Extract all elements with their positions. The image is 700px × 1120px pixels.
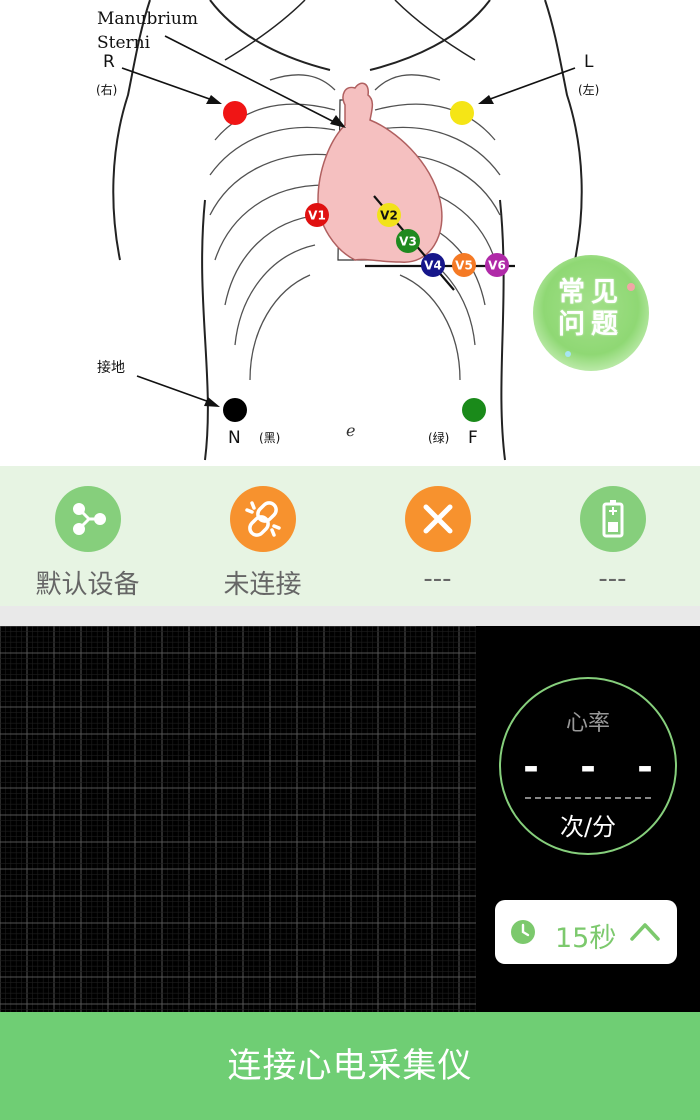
lead-v6-label: V6 xyxy=(488,259,506,273)
status-label: 未连接 xyxy=(223,570,302,600)
heart-rate-unit: 次/分 xyxy=(559,813,617,841)
ecg-grid xyxy=(0,626,476,1012)
electrode-n xyxy=(223,398,247,422)
right-label: R xyxy=(103,52,115,72)
connect-device-button[interactable]: 连接心电采集仪 xyxy=(0,1012,700,1120)
lead-v3-label: V3 xyxy=(399,235,417,249)
share-icon xyxy=(55,486,121,552)
device-status-bar: 默认设备 未连接 --- --- xyxy=(0,466,700,606)
left-label: L xyxy=(584,52,594,72)
lead-v5-label: V5 xyxy=(455,259,473,273)
status-signal[interactable]: --- xyxy=(350,466,525,606)
broken-link-icon xyxy=(230,486,296,552)
electrode-l xyxy=(450,101,474,125)
manubrium-label-1: Manubrium xyxy=(97,9,198,29)
ground-label: 接地 xyxy=(97,360,125,376)
heart-rate-display: 心率 - - - 次/分 xyxy=(499,677,677,855)
status-default-device[interactable]: 默认设备 xyxy=(0,466,175,606)
section-divider xyxy=(0,606,700,626)
clock-icon xyxy=(511,920,535,944)
duration-label: 15秒 xyxy=(555,923,617,954)
faq-label: 常见问题 xyxy=(558,277,624,340)
lead-v4-label: V4 xyxy=(424,259,442,273)
status-connection[interactable]: 未连接 xyxy=(175,466,350,606)
duration-selector[interactable]: 15秒 xyxy=(495,900,677,964)
electrode-f xyxy=(462,398,486,422)
heart-rate-value: - - - xyxy=(523,745,667,789)
status-label: --- xyxy=(598,564,627,594)
faq-button[interactable]: 常见问题 xyxy=(533,255,649,371)
close-icon xyxy=(405,486,471,552)
electrode-r xyxy=(223,101,247,125)
heart-rate-title: 心率 xyxy=(565,711,610,736)
status-label: 默认设备 xyxy=(35,570,140,600)
neutral-label: N xyxy=(228,428,241,448)
manubrium-label-2: Sterni xyxy=(97,33,151,53)
right-cn-label: (右) xyxy=(96,83,118,97)
faq-dot xyxy=(627,283,635,291)
lead-v2-label: V2 xyxy=(380,209,398,223)
lead-v1-label: V1 xyxy=(308,209,326,223)
faq-dot xyxy=(565,351,571,357)
status-label: --- xyxy=(423,564,452,594)
neutral-cn-label: (黑) xyxy=(259,431,281,445)
svg-text:ℯ: ℯ xyxy=(346,421,355,440)
foot-label: F xyxy=(468,428,478,448)
heart-rate-separator xyxy=(525,797,651,799)
foot-cn-label: (绿) xyxy=(428,431,450,445)
chevron-up-icon[interactable] xyxy=(629,917,661,945)
status-battery[interactable]: --- xyxy=(525,466,700,606)
battery-icon xyxy=(580,486,646,552)
electrode-placement-diagram: V1 V2 V3 V4 V5 V6 ℯ Manubrium Sterni R (右) L … xyxy=(0,0,700,466)
ecg-panel: 心率 - - - 次/分 15秒 xyxy=(0,626,700,1012)
left-cn-label: (左) xyxy=(578,83,600,97)
